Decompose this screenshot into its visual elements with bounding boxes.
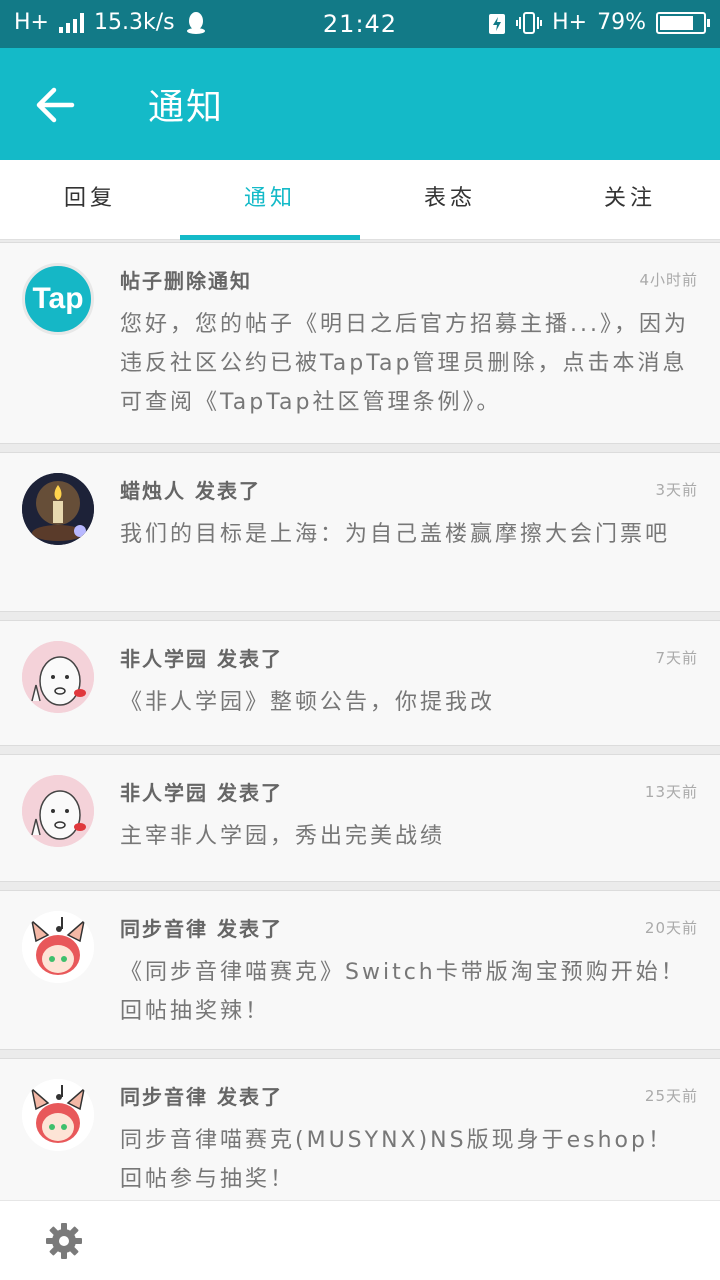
item-time: 20天前 [644, 919, 698, 937]
item-title: 非人学园 发表了 [120, 781, 283, 805]
item-time: 7天前 [655, 649, 698, 667]
list-item[interactable]: 非人学园 发表了 13天前 主宰非人学园，秀出完美战绩 [0, 754, 720, 882]
status-right: H+ 79% [488, 10, 710, 35]
bottom-bar [0, 1200, 720, 1280]
anime-girl-avatar [22, 911, 94, 983]
item-title: 蜡烛人 发表了 [120, 479, 261, 503]
item-time: 4小时前 [639, 271, 698, 289]
item-title: 帖子删除通知 [120, 269, 252, 293]
battery-icon [656, 11, 710, 34]
network-type-right: H+ [552, 10, 588, 35]
battery-saver-icon [489, 13, 506, 34]
cartoon-face-image [22, 775, 94, 847]
item-time: 3天前 [655, 481, 698, 499]
item-time: 13天前 [644, 783, 698, 801]
candleman-image [22, 473, 94, 545]
item-time: 25天前 [644, 1087, 698, 1105]
list-item[interactable]: 蜡烛人 发表了 3天前 我们的目标是上海：为自己盖楼赢摩擦大会门票吧 [0, 452, 720, 612]
item-title: 同步音律 发表了 [120, 917, 283, 941]
item-body: 主宰非人学园，秀出完美战绩 [120, 824, 446, 849]
list-item[interactable]: 非人学园 发表了 7天前 《非人学园》整顿公告，你提我改 [0, 620, 720, 746]
taptap-logo-text: Tap [32, 282, 84, 315]
battery-percent: 79% [597, 10, 646, 35]
item-title: 非人学园 发表了 [120, 647, 283, 671]
list-item[interactable]: Tap 帖子删除通知 4小时前 您好，您的帖子《明日之后官方招募主播...》，因… [0, 242, 720, 444]
cartoon-face-avatar [22, 775, 94, 847]
list-item[interactable]: 同步音律 发表了 20天前 《同步音律喵赛克》Switch卡带版淘宝预购开始！回… [0, 890, 720, 1050]
tab-reactions[interactable]: 表态 [360, 160, 540, 239]
candleman-avatar [22, 473, 94, 545]
app-bar: 通知 [0, 48, 720, 160]
item-body: 同步音律喵赛克(MUSYNX)NS版现身于eshop！回帖参与抽奖！ [120, 1128, 673, 1192]
tab-bar: 回复 通知 表态 关注 [0, 160, 720, 240]
list-item[interactable]: 同步音律 发表了 25天前 同步音律喵赛克(MUSYNX)NS版现身于eshop… [0, 1058, 720, 1218]
status-bar: H+ 15.3k/s 21:42 H+ 79% [0, 0, 720, 48]
tab-replies[interactable]: 回复 [0, 160, 180, 239]
anime-girl-avatar [22, 1079, 94, 1151]
cartoon-face-avatar [22, 641, 94, 713]
tab-notifications[interactable]: 通知 [180, 160, 360, 240]
item-title: 同步音律 发表了 [120, 1085, 283, 1109]
item-body: 您好，您的帖子《明日之后官方招募主播...》，因为违反社区公约已被TapTap管… [120, 312, 689, 415]
anime-girl-image [22, 1079, 94, 1151]
anime-girl-image [22, 911, 94, 983]
back-arrow-icon[interactable] [26, 76, 84, 134]
item-body: 我们的目标是上海：为自己盖楼赢摩擦大会门票吧 [120, 522, 671, 547]
gear-icon[interactable] [44, 1221, 84, 1261]
tab-following[interactable]: 关注 [540, 160, 720, 239]
cartoon-face-image [22, 641, 94, 713]
page-title: 通知 [148, 87, 225, 128]
item-body: 《同步音律喵赛克》Switch卡带版淘宝预购开始！回帖抽奖辣！ [120, 960, 686, 1024]
item-body: 《非人学园》整顿公告，你提我改 [120, 690, 496, 715]
vibrate-icon [516, 11, 543, 34]
taptap-logo-avatar: Tap [22, 263, 94, 335]
